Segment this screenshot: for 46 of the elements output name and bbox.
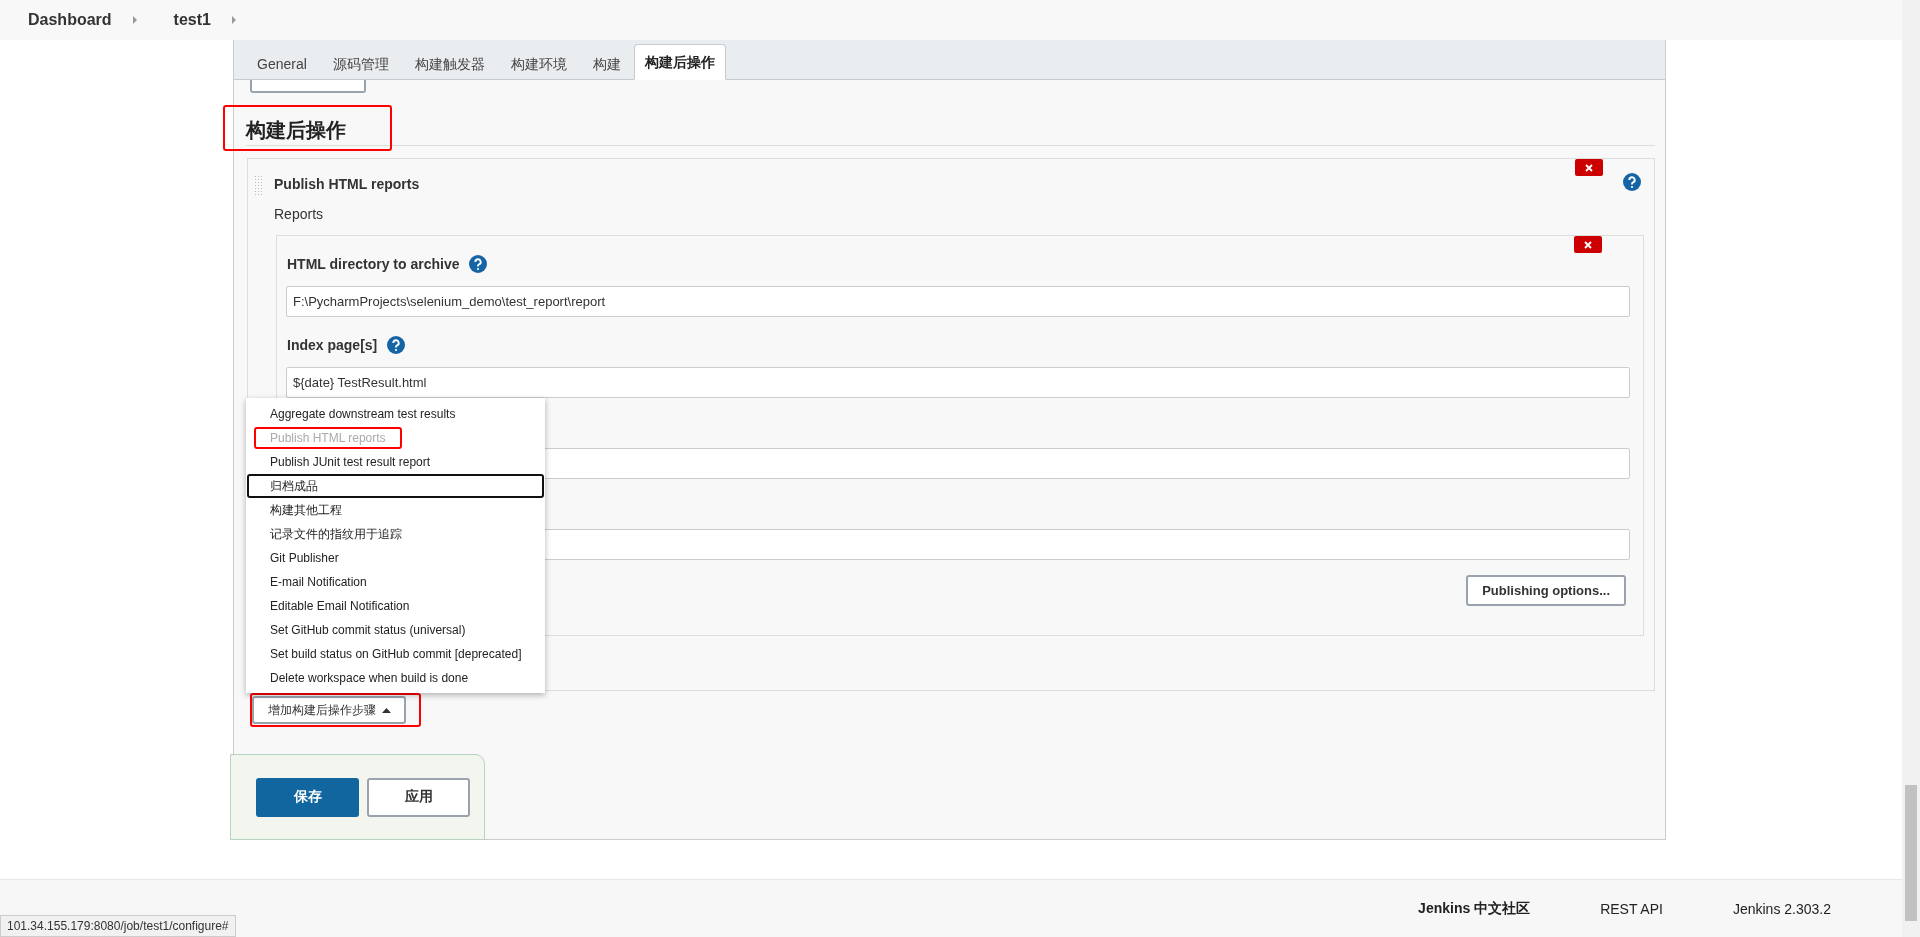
delete-button[interactable] (1574, 236, 1602, 253)
tab[interactable]: General (244, 48, 320, 80)
section-heading: 构建后操作 (246, 117, 346, 143)
footer-link[interactable]: Jenkins 2.303.2 (1732, 900, 1831, 917)
scrollbar[interactable] (1902, 0, 1920, 937)
publisher-title: Publish HTML reports (274, 175, 420, 193)
help-icon[interactable] (1623, 173, 1641, 191)
button-fragment[interactable] (250, 80, 366, 93)
status-url: 101.34.155.179:8080/job/test1/configure# (0, 915, 236, 937)
tab[interactable]: 构建后操作 (633, 44, 726, 80)
close-icon (1584, 240, 1592, 249)
help-icon[interactable] (387, 336, 406, 354)
input-field[interactable]: F:\PycharmProjects\selenium_demo\test_report\report (286, 286, 1630, 317)
menu-item[interactable]: Aggregate downstream test results (247, 402, 544, 426)
menu-item[interactable]: 构建其他工程 (247, 498, 544, 522)
footer-link[interactable]: REST API (1600, 900, 1663, 917)
breadcrumb-link[interactable]: test1 (173, 11, 211, 29)
tab[interactable]: 构建触发器 (401, 48, 498, 80)
tab[interactable]: 构建环境 (497, 48, 580, 80)
menu-item[interactable]: Delete workspace when build is done (247, 666, 544, 690)
apply-button[interactable]: 应用 (367, 777, 470, 817)
chevron-icon[interactable] (131, 15, 138, 25)
breadcrumb-link[interactable]: Dashboard (28, 11, 112, 29)
input-field[interactable]: ${date} TestResult.html (286, 367, 1630, 398)
field-label: HTML directory to archive (287, 256, 460, 272)
help-icon[interactable] (469, 255, 488, 273)
save-button[interactable]: 保存 (256, 777, 359, 817)
close-icon (1585, 163, 1593, 172)
menu-item[interactable]: Publish JUnit test result report (247, 450, 544, 474)
menu-item[interactable]: Editable Email Notification (247, 594, 544, 618)
publishing-options-button[interactable]: Publishing options... (1466, 575, 1626, 606)
reports-label: Reports (274, 205, 324, 223)
add-step-button[interactable]: 增加构建后操作步骤 (252, 696, 406, 724)
menu-item[interactable]: Set GitHub commit status (universal) (247, 618, 544, 642)
tab[interactable]: 构建 (579, 48, 634, 80)
menu-item[interactable]: 归档成品 (247, 474, 544, 498)
delete-button[interactable] (1575, 159, 1603, 176)
chevron-icon[interactable] (230, 15, 237, 25)
menu-item[interactable]: Git Publisher (247, 546, 544, 570)
menu-item[interactable]: Set build status on GitHub commit [deprecated] (247, 642, 544, 666)
caret-icon (381, 707, 391, 713)
footer-link[interactable]: Jenkins 中文社区 (1418, 899, 1531, 918)
field-label: Index page[s] (287, 337, 378, 353)
tab[interactable]: 源码管理 (319, 48, 402, 80)
menu-item[interactable]: E-mail Notification (247, 570, 544, 594)
menu-item[interactable]: 记录文件的指纹用于追踪 (247, 522, 544, 546)
